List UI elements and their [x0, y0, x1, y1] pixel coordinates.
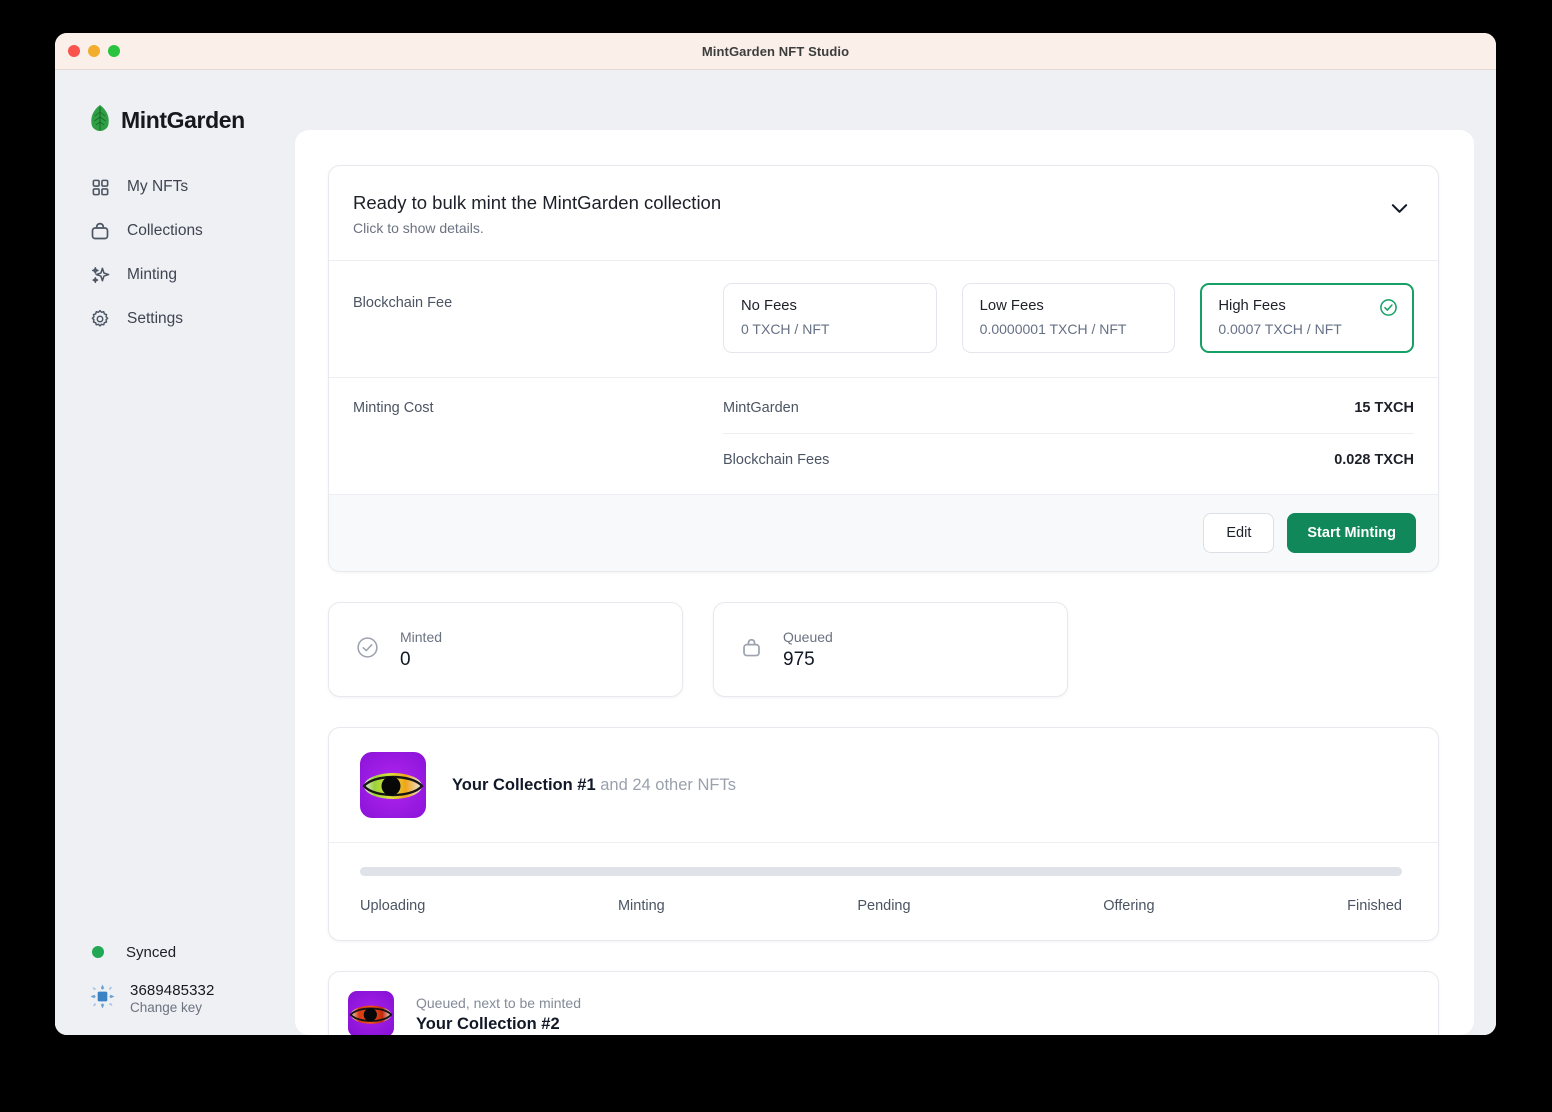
mint-summary-card: Ready to bulk mint the MintGarden collec…: [328, 165, 1439, 572]
sidebar-item-minting[interactable]: Minting: [55, 253, 295, 297]
sidebar-footer: Synced 3689485332 Change key: [55, 936, 295, 1015]
progress-step: Uploading: [360, 898, 426, 914]
cost-table: MintGarden 15 TXCH Blockchain Fees 0.028…: [723, 400, 1414, 468]
sidebar-item-collections[interactable]: Collections: [55, 209, 295, 253]
cost-amount: 0.028 TXCH: [1334, 452, 1414, 468]
blockchain-fee-label: Blockchain Fee: [353, 295, 453, 311]
blockchain-fee-row: Blockchain Fee No Fees 0 TXCH / NFT Low …: [329, 261, 1438, 378]
sidebar-item-settings[interactable]: Settings: [55, 297, 295, 341]
fee-option-value: 0.0000001 TXCH / NFT: [979, 321, 1127, 337]
stat-label: Queued: [783, 628, 833, 645]
sidebar-nav: My NFTs Collections Minting Settings: [55, 165, 295, 341]
queued-name: Your Collection #2: [416, 1014, 560, 1033]
collections-icon: [740, 636, 763, 664]
cost-key: MintGarden: [723, 400, 799, 416]
brand-name: MintGarden: [121, 106, 245, 133]
collection-suffix: and 24 other NFTs: [600, 775, 736, 794]
fee-option-high-fees[interactable]: High Fees 0.0007 TXCH / NFT: [1200, 283, 1415, 353]
edit-button[interactable]: Edit: [1203, 513, 1275, 553]
collection-progress-card: Your Collection #1 and 24 other NFTs Upl…: [328, 727, 1439, 941]
nft-thumbnail: [348, 991, 394, 1035]
sidebar-item-label: My NFTs: [127, 178, 189, 195]
stat-value: 975: [783, 648, 815, 670]
fee-option-name: Low Fees: [979, 298, 1044, 314]
sidebar-item-label: Settings: [127, 310, 184, 327]
cost-line: Blockchain Fees 0.028 TXCH: [723, 433, 1414, 468]
minting-cost-label: Minting Cost: [353, 400, 434, 416]
mint-card-header[interactable]: Ready to bulk mint the MintGarden collec…: [329, 166, 1438, 261]
fee-options: No Fees 0 TXCH / NFT Low Fees 0.0000001 …: [723, 283, 1415, 353]
stat-value: 0: [400, 648, 411, 670]
sync-status: Synced: [89, 936, 295, 968]
fee-option-name: No Fees: [741, 298, 797, 314]
main-content: Ready to bulk mint the MintGarden collec…: [295, 130, 1474, 1035]
fee-option-name: High Fees: [1218, 298, 1286, 314]
chevron-down-icon[interactable]: [1391, 200, 1408, 217]
progress-step: Finished: [1347, 898, 1402, 914]
sidebar-item-my-nfts[interactable]: My NFTs: [55, 165, 295, 209]
queued-item-card[interactable]: Queued, next to be minted Your Collectio…: [328, 971, 1439, 1035]
window-body: MintGarden My NFTs Collections Minting S…: [55, 70, 1496, 1035]
nft-thumbnail: [360, 752, 426, 818]
sidebar-item-label: Minting: [127, 266, 177, 283]
change-key-link[interactable]: Change key: [130, 1000, 214, 1015]
stat-card-queued: Queued 975: [713, 602, 1068, 697]
minting-cost-row: Minting Cost MintGarden 15 TXCH Blockcha…: [329, 378, 1438, 495]
fee-option-value: 0 TXCH / NFT: [741, 321, 830, 337]
stat-label: Minted: [400, 628, 443, 645]
sync-label: Synced: [126, 943, 177, 961]
title-bar: MintGarden NFT Studio: [55, 33, 1496, 70]
progress-step: Pending: [857, 898, 911, 914]
mint-card-title: Ready to bulk mint the MintGarden collec…: [353, 192, 722, 213]
sidebar-item-label: Collections: [127, 222, 203, 239]
progress-section: Uploading Minting Pending Offering Finis…: [329, 843, 1438, 940]
grid-icon: [89, 176, 111, 198]
collection-title: Your Collection #1 and 24 other NFTs: [452, 776, 736, 795]
window-title: MintGarden NFT Studio: [701, 43, 850, 59]
check-circle-icon: [1379, 298, 1398, 322]
sidebar: MintGarden My NFTs Collections Minting S…: [55, 70, 295, 1035]
progress-steps: Uploading Minting Pending Offering Finis…: [360, 898, 1402, 914]
wallet-key[interactable]: 3689485332 Change key: [89, 982, 295, 1015]
fee-option-low-fees[interactable]: Low Fees 0.0000001 TXCH / NFT: [961, 283, 1176, 353]
progress-step: Minting: [617, 898, 665, 914]
fee-option-no-fees[interactable]: No Fees 0 TXCH / NFT: [723, 283, 937, 353]
stat-card-minted: Minted 0: [328, 602, 683, 697]
fee-option-value: 0.0007 TXCH / NFT: [1218, 321, 1342, 337]
app-window: MintGarden NFT Studio MintGarden My NFTs…: [55, 33, 1496, 1035]
cost-amount: 15 TXCH: [1354, 400, 1414, 416]
queued-status: Queued, next to be minted: [416, 994, 581, 1011]
sync-indicator-icon: [92, 946, 104, 958]
mint-card-actions: Edit Start Minting: [329, 495, 1438, 571]
gear-icon: [89, 308, 111, 330]
wallet-key-id: 3689485332: [130, 982, 215, 999]
collections-icon: [89, 220, 111, 242]
leaf-logo-icon: [88, 104, 112, 137]
start-minting-button[interactable]: Start Minting: [1287, 513, 1416, 553]
brand: MintGarden: [55, 100, 295, 140]
progress-step: Offering: [1103, 898, 1155, 914]
check-circle-icon: [355, 635, 380, 665]
sparkles-icon: [89, 264, 111, 286]
collection-header: Your Collection #1 and 24 other NFTs: [329, 728, 1438, 843]
stats-row: Minted 0 Queued 975: [328, 602, 1439, 697]
mint-card-subtitle: Click to show details.: [353, 220, 484, 236]
cost-line: MintGarden 15 TXCH: [723, 400, 1414, 433]
collection-name: Your Collection #1: [452, 775, 596, 794]
progress-bar: [360, 867, 1402, 876]
key-sparkle-icon: [89, 983, 116, 1015]
cost-key: Blockchain Fees: [723, 452, 830, 468]
